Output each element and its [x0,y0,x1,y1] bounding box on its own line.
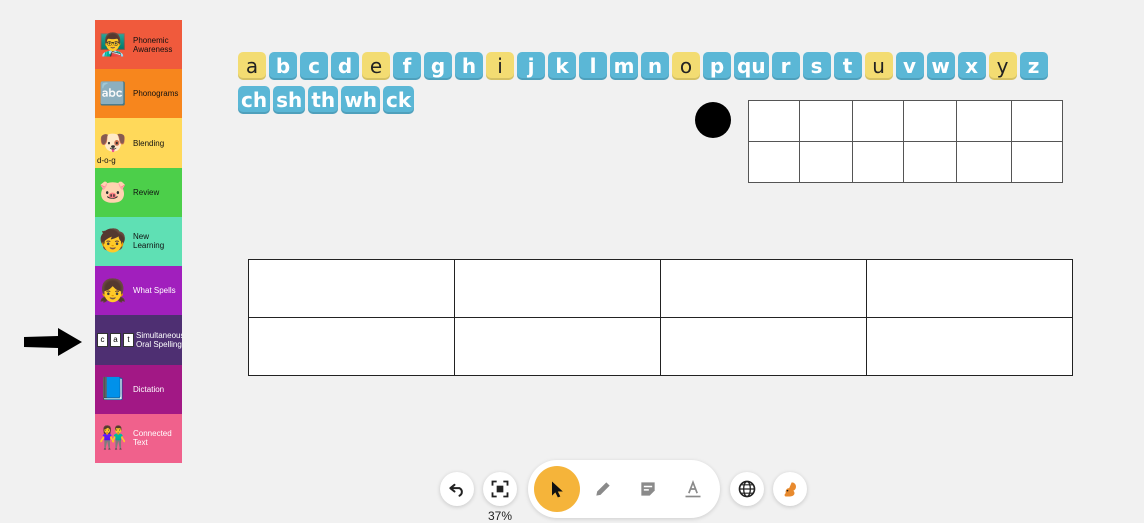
letter-tile[interactable]: b [269,52,297,80]
arrow-right-icon [24,328,82,356]
letter-tile[interactable]: f [393,52,421,80]
sidebar-item-review[interactable]: 🐷 Review [95,167,182,217]
sidebar-item-label: Connected Text [133,429,172,448]
letter-tile[interactable]: z [1019,52,1048,80]
letter-tile[interactable]: u [864,52,893,80]
letter-tile[interactable]: r [771,52,800,80]
squirrel-button[interactable] [773,472,807,506]
sidebar-item-label: Simultaneous Oral Spelling [136,330,182,349]
letter-tile[interactable]: e [362,52,390,80]
letter-tile[interactable]: l [579,52,607,80]
letter-tile[interactable]: i [486,52,514,80]
sidebar-item-label: Review [133,187,160,197]
letter-tile[interactable]: h [455,52,483,80]
cursor-icon [552,481,563,498]
letter-box: a [110,332,121,347]
letter-tile[interactable]: o [672,52,700,80]
boy-icon: 🧒 [99,228,127,254]
blending-example: d-o-g [97,155,116,165]
letter-tile[interactable]: j [517,52,545,80]
sidebar-item-label: New Learning [133,232,165,251]
letter-tile[interactable]: d [331,52,359,80]
kids-reading-icon: 👫 [99,425,127,451]
letter-tile[interactable]: y [988,52,1017,80]
globe-icon [738,480,756,498]
fit-screen-icon [491,480,509,498]
sidebar-item-label: Blending [133,138,165,148]
sidebar-item-dictation[interactable]: 📘 Dictation [95,364,182,414]
letter-tile[interactable]: ch [238,86,271,114]
letter-tile[interactable]: w [926,52,955,80]
small-grid-table[interactable] [748,100,1063,183]
letter-tile[interactable]: v [895,52,924,80]
letter-tile[interactable]: qu [734,52,769,80]
letter-tile[interactable]: p [703,52,731,80]
letter-tile[interactable]: t [833,52,862,80]
undo-icon [449,483,463,497]
letter-box: t [123,332,134,347]
sidebar-item-label: Phonemic Awareness [133,35,173,54]
teacher-icon: 👨‍🏫 [99,31,127,57]
sidebar-item-label: What Spells [133,286,176,296]
letter-box: c [97,332,108,347]
zoom-level: 37% [487,509,513,523]
large-grid-table[interactable] [248,259,1073,376]
tool-palette [528,460,720,518]
black-dot-marker[interactable] [695,102,731,138]
lesson-sidebar: 👨‍🏫 Phonemic Awareness 🔤 Phonograms 🐶 Blendin… [95,20,182,463]
letter-tile[interactable]: n [641,52,669,80]
letter-tile[interactable]: th [308,86,339,114]
sidebar-item-connected-text[interactable]: 👫 Connected Text [95,413,182,463]
sidebar-item-label: Phonograms [133,89,179,99]
letter-tile[interactable]: x [957,52,986,80]
sticky-note-icon [640,482,655,496]
letter-tile[interactable]: ck [382,86,415,114]
undo-button[interactable] [440,472,474,506]
letter-tile[interactable]: wh [341,86,380,114]
letter-tile[interactable]: sh [273,86,306,114]
letter-tile[interactable]: c [300,52,328,80]
letter-tile[interactable]: k [548,52,576,80]
text-tool-button[interactable] [670,467,715,512]
cat-letters-icon: cat [95,332,134,347]
fit-screen-button[interactable] [483,472,517,506]
pen-tool-button[interactable] [580,467,625,512]
note-tool-button[interactable] [625,467,670,512]
letter-tile[interactable]: s [802,52,831,80]
sidebar-item-blending[interactable]: 🐶 Blending d-o-g [95,118,182,168]
sidebar-item-new-learning[interactable]: 🧒 New Learning [95,216,182,267]
squirrel-icon [784,482,797,497]
abc-blocks-icon: 🔤 [99,80,127,106]
notebook-icon: 📘 [99,376,127,402]
sidebar-item-phonograms[interactable]: 🔤 Phonograms [95,69,182,119]
letter-tile[interactable]: m [610,52,638,80]
letter-tile[interactable]: a [238,52,266,80]
girl-writing-icon: 👧 [99,277,127,303]
cards-icon: 🐷 [99,179,127,205]
sidebar-item-simultaneous-oral-spelling[interactable]: c a t Simultaneous Oral Spelling [95,315,182,365]
globe-button[interactable] [730,472,764,506]
select-tool-button[interactable] [534,466,580,512]
text-icon [685,480,700,498]
sidebar-item-what-spells[interactable]: 👧 What Spells [95,266,182,316]
sidebar-item-label: Dictation [133,384,165,394]
pencil-icon [595,482,610,496]
letter-tile[interactable]: g [424,52,452,80]
sidebar-item-phonemic-awareness[interactable]: 👨‍🏫 Phonemic Awareness [95,20,182,70]
